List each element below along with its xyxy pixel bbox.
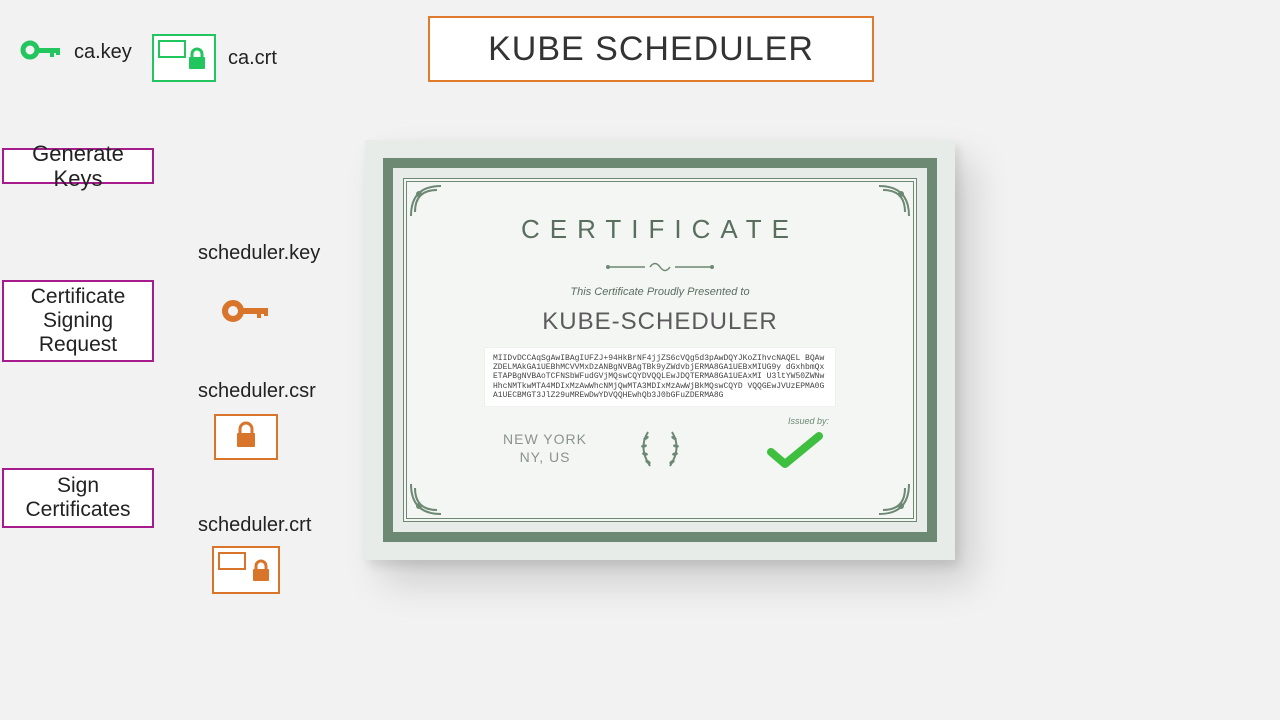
key-icon [20,38,64,67]
scheduler-key-label: scheduler.key [198,242,320,265]
certificate-issued-by-label: Issued by: [788,416,829,426]
certificate-icon [212,546,280,594]
flourish-icon [877,482,911,516]
generate-keys-label: Generate Keys [14,141,142,192]
certificate-body: MIIDvDCCAqSgAwIBAgIUFZJ+94HkBrNF4jjZS6cV… [485,348,835,406]
lock-icon [186,47,208,76]
page-title: KUBE SCHEDULER [488,30,814,69]
csr-label: Certificate Signing Request [14,285,142,357]
lock-icon [250,559,272,588]
certificate-icon [152,34,216,82]
csr-icon [214,414,278,460]
generate-keys-box: Generate Keys [2,148,154,184]
checkmark-icon [767,430,823,475]
flourish-icon [409,482,443,516]
certificate-location-line2: NY, US [475,448,615,466]
scheduler-crt-label: scheduler.crt [198,514,311,537]
csr-box: Certificate Signing Request [2,280,154,362]
key-icon [222,298,272,329]
ca-crt-label: ca.crt [228,47,277,70]
laurel-seal-icon [632,420,688,476]
certificate-name: KUBE-SCHEDULER [365,308,955,336]
flourish-icon [877,184,911,218]
sign-certificates-box: Sign Certificates [2,468,154,528]
flourish-icon [409,184,443,218]
ca-crt-group: ca.crt [152,34,277,82]
certificate-location-line1: NEW YORK [475,430,615,448]
ca-key-group: ca.key [20,38,132,67]
certificate-presented-to: This Certificate Proudly Presented to [365,286,955,298]
scheduler-csr-label: scheduler.csr [198,380,316,403]
page-title-box: KUBE SCHEDULER [428,16,874,82]
certificate-card: CERTIFICATE This Certificate Proudly Pre… [365,140,955,560]
lock-icon [234,421,258,454]
sign-label: Sign Certificates [14,474,142,522]
certificate-heading: CERTIFICATE [365,214,955,245]
divider-flourish-icon [365,258,955,281]
certificate-location: NEW YORK NY, US [475,430,615,466]
ca-key-label: ca.key [74,41,132,64]
